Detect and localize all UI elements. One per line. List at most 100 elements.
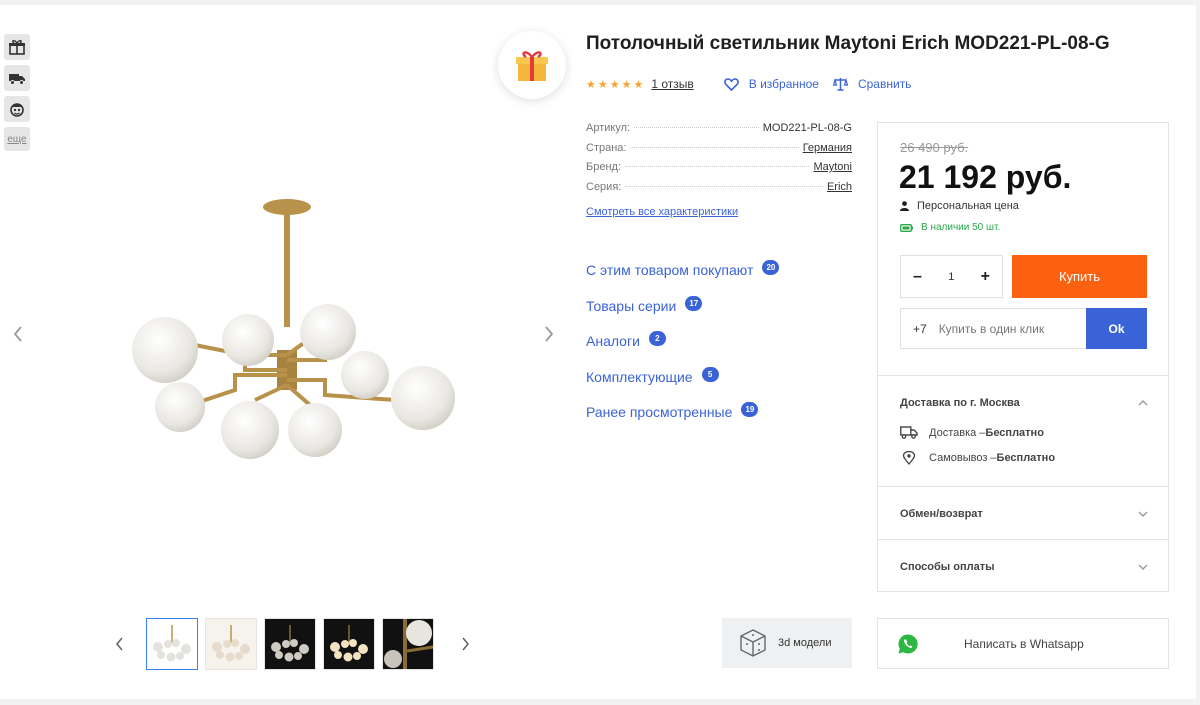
whatsapp-label: Написать в Whatsapp: [964, 636, 1084, 651]
current-price: 21 192 руб.: [899, 159, 1072, 195]
buy-button[interactable]: Купить: [1012, 255, 1147, 298]
related-link[interactable]: Ранее просмотренные 19: [586, 402, 779, 440]
chevron-left-icon: [13, 326, 22, 342]
personal-price-label: Персональная цена: [917, 200, 1019, 212]
thumbnail-1[interactable]: [146, 618, 198, 670]
qty-value[interactable]: 1: [948, 271, 954, 283]
count-badge: 2: [648, 331, 666, 346]
spec-row: Серия: Erich: [586, 181, 852, 201]
chevron-down-icon[interactable]: [1137, 561, 1149, 573]
qty-plus-button[interactable]: +: [981, 268, 990, 286]
price-card: 26 490 руб. 21 192 руб. Персональная цен…: [877, 122, 1169, 592]
related-link-label: Комплектующие: [586, 368, 693, 385]
spec-value-link[interactable]: Германия: [803, 142, 852, 154]
chevron-right-icon: [545, 326, 554, 342]
spec-value-link[interactable]: Erich: [827, 181, 852, 193]
delivery-value: Бесплатно: [985, 426, 1044, 439]
spec-value: MOD221-PL-08-G: [762, 122, 852, 134]
image-prev-arrow[interactable]: [6, 322, 30, 346]
chevron-right-icon: [462, 637, 469, 651]
spec-list: Артикул: MOD221-PL-08-G Страна: Германия…: [586, 122, 852, 200]
product-title: Потолочный светильник Maytoni Erich MOD2…: [586, 33, 1110, 54]
thumbs-prev-arrow[interactable]: [110, 618, 130, 670]
whatsapp-icon: [898, 633, 918, 653]
all-specs-link[interactable]: Смотреть все характеристики: [586, 206, 738, 218]
pickup-prefix: Самовывоз –: [929, 452, 997, 464]
gift-badge[interactable]: [4, 34, 30, 60]
thumbnail-5[interactable]: [382, 618, 434, 670]
count-badge: 17: [685, 295, 703, 311]
related-link[interactable]: Комплектующие 5: [586, 366, 779, 405]
chevron-down-icon[interactable]: [1137, 508, 1149, 520]
delivery-section-title[interactable]: Доставка по г. Москва: [900, 397, 1020, 409]
spec-label: Серия:: [586, 180, 622, 193]
stock-label: В наличии 50 шт.: [921, 222, 1001, 233]
delivery-prefix: Доставка –: [929, 426, 986, 439]
thumbs-next-arrow[interactable]: [455, 618, 475, 670]
one-click-ok-button[interactable]: Ok: [1086, 308, 1147, 349]
related-link-label: С этим товаром покупают: [586, 262, 754, 278]
product-main-image[interactable]: [125, 185, 465, 470]
badges-more-link[interactable]: еще: [4, 127, 30, 151]
chevron-up-icon[interactable]: [1137, 397, 1149, 409]
related-link[interactable]: Аналоги 2: [586, 331, 779, 369]
favorites-label: В избранное: [748, 77, 819, 91]
character-badge[interactable]: [4, 96, 30, 122]
exchange-section-title[interactable]: Обмен/возврат: [900, 508, 983, 520]
thumbnail-3[interactable]: [264, 618, 316, 670]
thumbnail-4[interactable]: [323, 618, 375, 670]
spec-dots: [625, 166, 810, 167]
location-pin-icon: [902, 451, 916, 465]
spec-label: Страна:: [586, 141, 627, 154]
delivery-badge[interactable]: [4, 65, 30, 91]
quantity-stepper: – 1 +: [900, 255, 1003, 298]
qty-minus-button[interactable]: –: [913, 268, 922, 286]
count-badge: 5: [701, 366, 719, 382]
reviews-link[interactable]: 1 отзыв: [651, 77, 693, 91]
related-link-label: Ранее просмотренные: [586, 404, 733, 420]
add-to-favorites-link[interactable]: В избранное: [723, 77, 819, 91]
one-click-placeholder: Купить в один клик: [938, 321, 1045, 336]
spec-row: Артикул: MOD221-PL-08-G: [586, 122, 852, 142]
divider: [878, 375, 1168, 376]
3d-models-label: 3d модели: [778, 637, 832, 649]
one-click-buy-field[interactable]: +7 Купить в один клик: [900, 308, 1087, 349]
thumbnail-strip: [110, 618, 475, 670]
old-price: 26 490 руб.: [900, 140, 969, 155]
3d-models-button[interactable]: 3d модели: [722, 618, 852, 668]
related-link[interactable]: Товары серии 17: [586, 295, 779, 334]
related-link[interactable]: С этим товаром покупают 20: [586, 260, 780, 298]
related-links: С этим товаром покупают 20 Товары серии …: [586, 260, 780, 440]
cube-icon: [740, 629, 766, 657]
personal-price-note: Персональная цена: [900, 200, 1019, 212]
stock-status: В наличии 50 шт.: [900, 222, 1000, 233]
battery-icon: [900, 223, 913, 232]
compare-label: Сравнить: [857, 77, 912, 91]
scales-icon: [832, 77, 848, 91]
compare-link[interactable]: Сравнить: [832, 77, 912, 91]
gift-icon: [9, 40, 25, 55]
spec-value-link[interactable]: Maytoni: [813, 161, 852, 173]
thumbnail-2[interactable]: [205, 618, 257, 670]
spec-row: Бренд: Maytoni: [586, 161, 852, 181]
whatsapp-button[interactable]: Написать в Whatsapp: [877, 618, 1169, 669]
gift-box-icon: [516, 51, 548, 81]
payment-section-title[interactable]: Способы оплаты: [900, 561, 995, 573]
person-icon: [900, 201, 909, 211]
delivery-truck-icon: [900, 426, 918, 439]
related-link-label: Товары серии: [586, 297, 677, 314]
phone-code: +7: [913, 321, 927, 336]
spec-label: Артикул:: [586, 122, 631, 134]
gift-promo-bubble[interactable]: [498, 31, 566, 99]
character-icon: [10, 103, 24, 117]
count-badge: 19: [741, 402, 759, 417]
delivery-row: Доставка – Бесплатно: [900, 426, 1044, 439]
product-meta-row: ★★★★★ 1 отзыв В избранное Сравнить: [586, 76, 911, 92]
divider: [878, 486, 1168, 487]
spec-dots: [625, 185, 823, 187]
heart-icon: [723, 77, 739, 91]
rating-stars: ★★★★★: [586, 78, 646, 91]
pickup-value: Бесплатно: [996, 452, 1056, 464]
image-next-arrow[interactable]: [537, 322, 561, 346]
pickup-row: Самовывоз – Бесплатно: [900, 451, 1055, 465]
